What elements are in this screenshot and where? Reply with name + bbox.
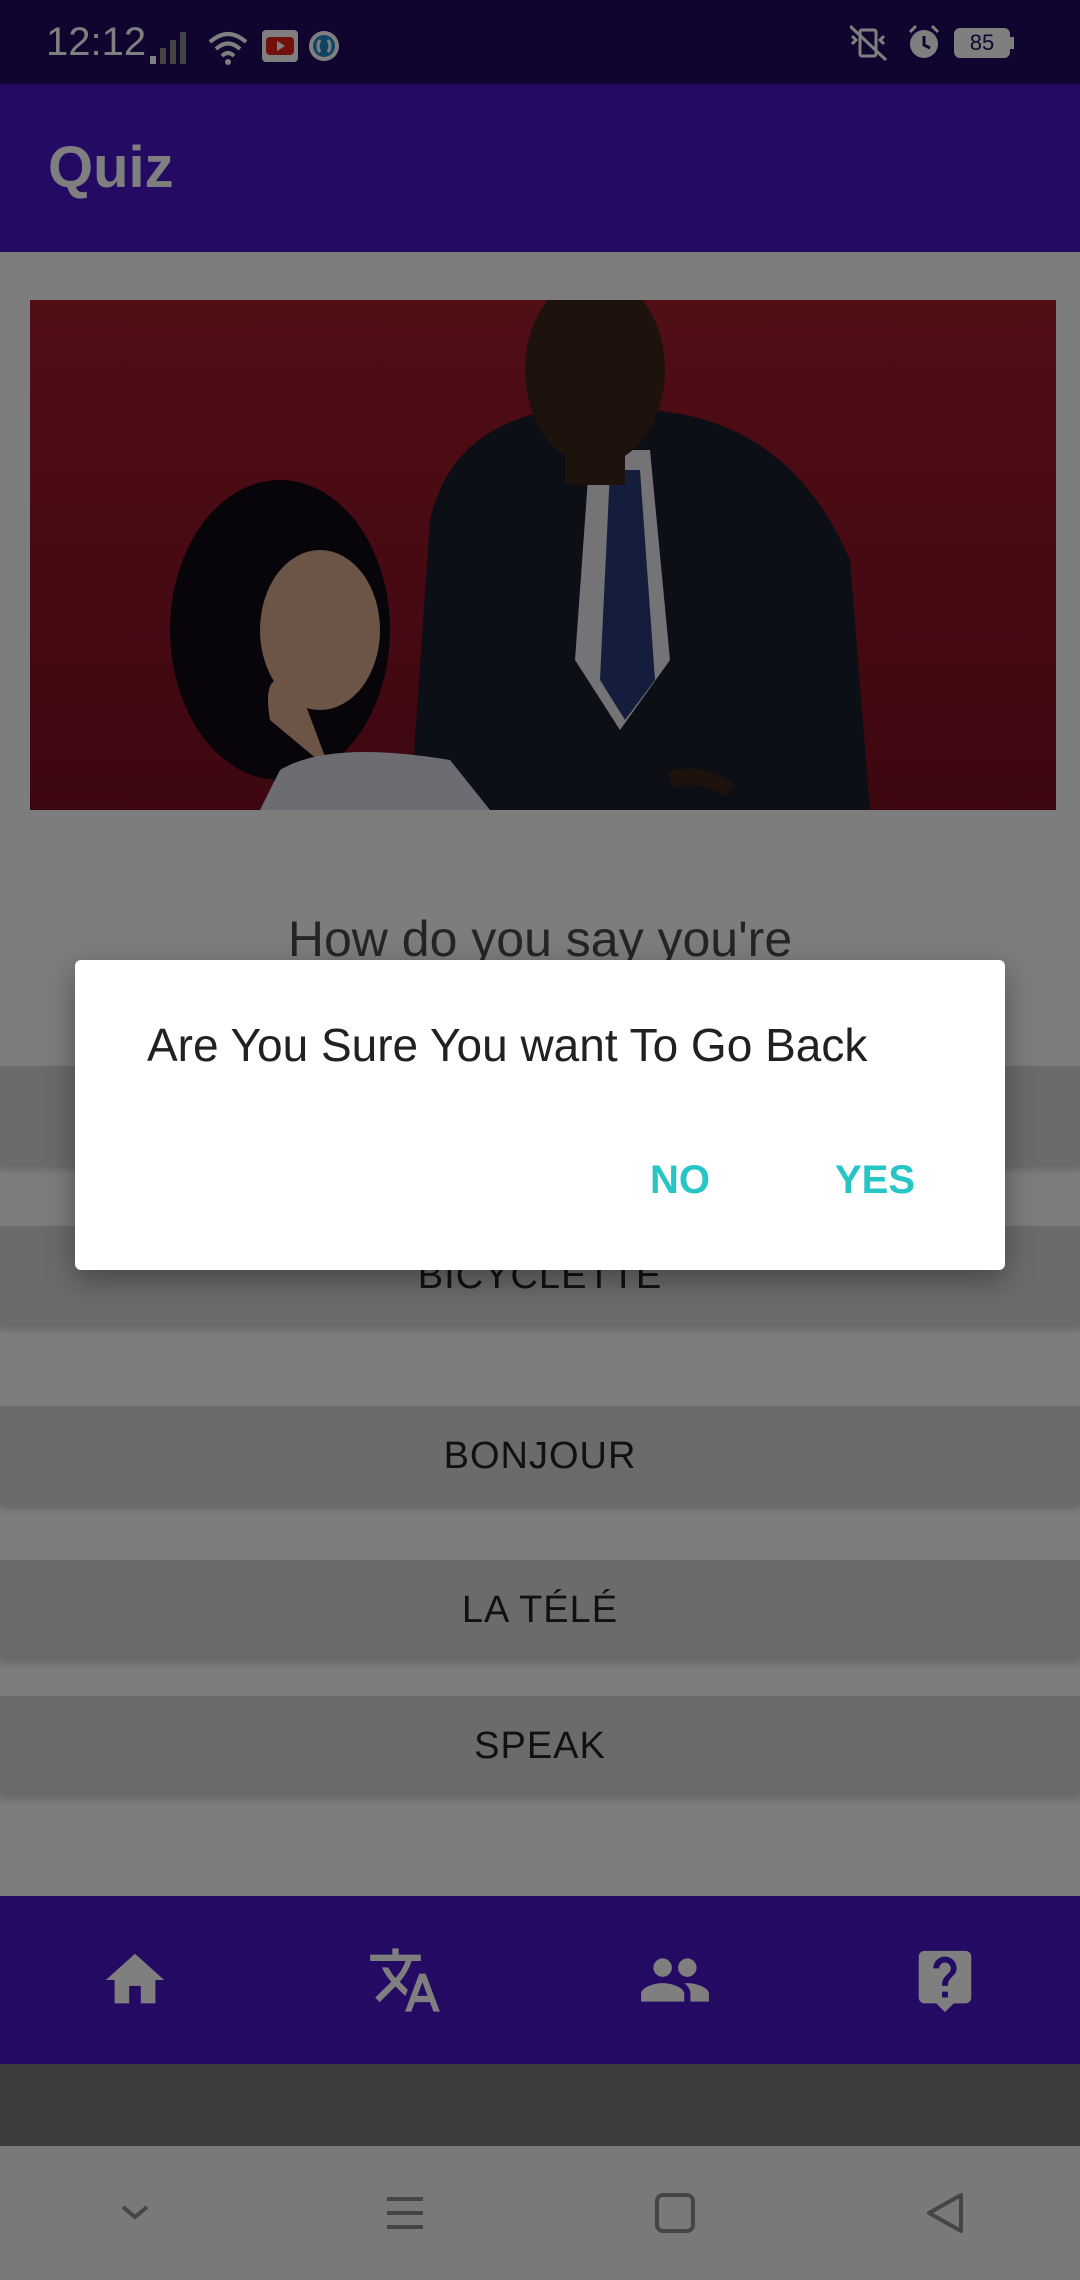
no-button[interactable]: NO (650, 1150, 710, 1210)
dialog-message: Are You Sure You want To Go Back (147, 1019, 868, 1071)
confirm-dialog: Are You Sure You want To Go Back NO YES (75, 960, 1005, 1270)
yes-button[interactable]: YES (835, 1150, 915, 1210)
